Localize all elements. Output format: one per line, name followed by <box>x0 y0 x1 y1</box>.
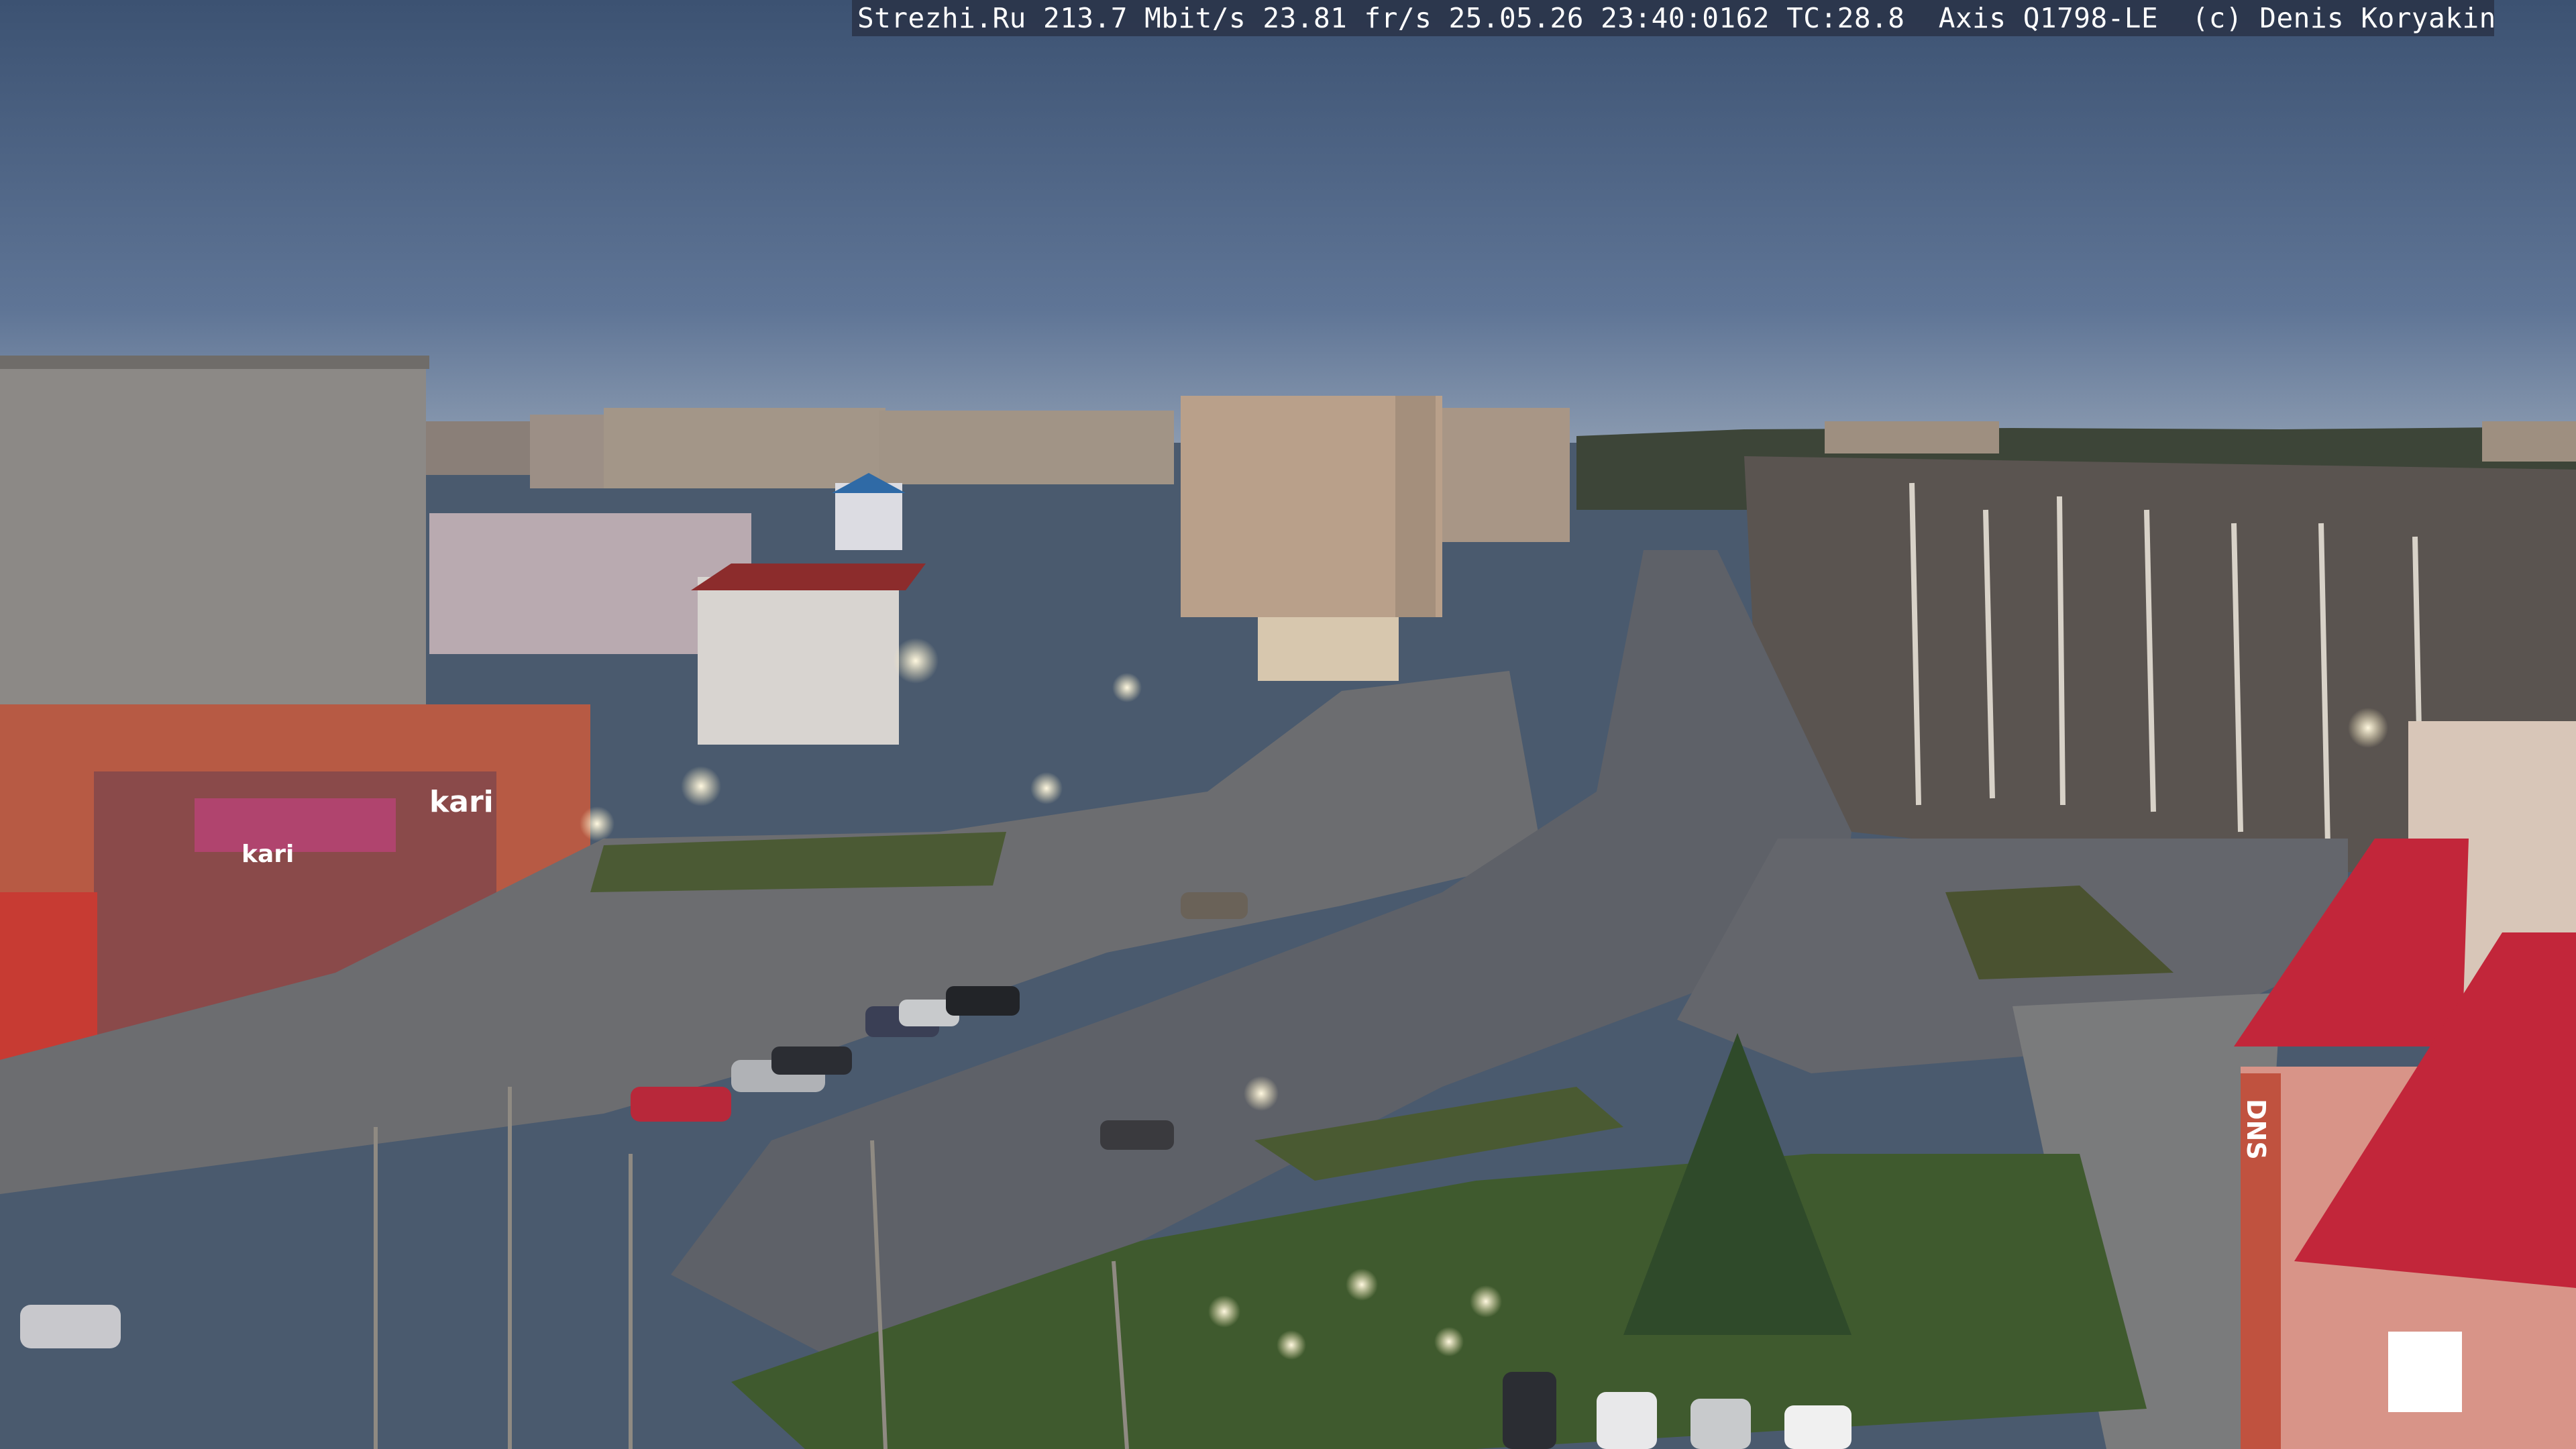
camera-info-overlay: Strezhi.Ru 213.7 Mbit/s 23.81 fr/s 25.05… <box>852 0 2494 36</box>
central-tower <box>1181 396 1570 617</box>
low-building <box>1258 617 1399 681</box>
red-roof <box>691 564 926 590</box>
red-roof-house <box>698 577 899 745</box>
camera-info-text: Strezhi.Ru 213.7 Mbit/s 23.81 fr/s 25.05… <box>857 2 2494 34</box>
store-sign-kari-small: kari <box>241 841 294 868</box>
webcam-scene: kari kari DNS <box>0 0 2576 1449</box>
store-sign-dns: DNS <box>2241 1099 2271 1160</box>
store-sign-kari: kari <box>429 785 494 819</box>
